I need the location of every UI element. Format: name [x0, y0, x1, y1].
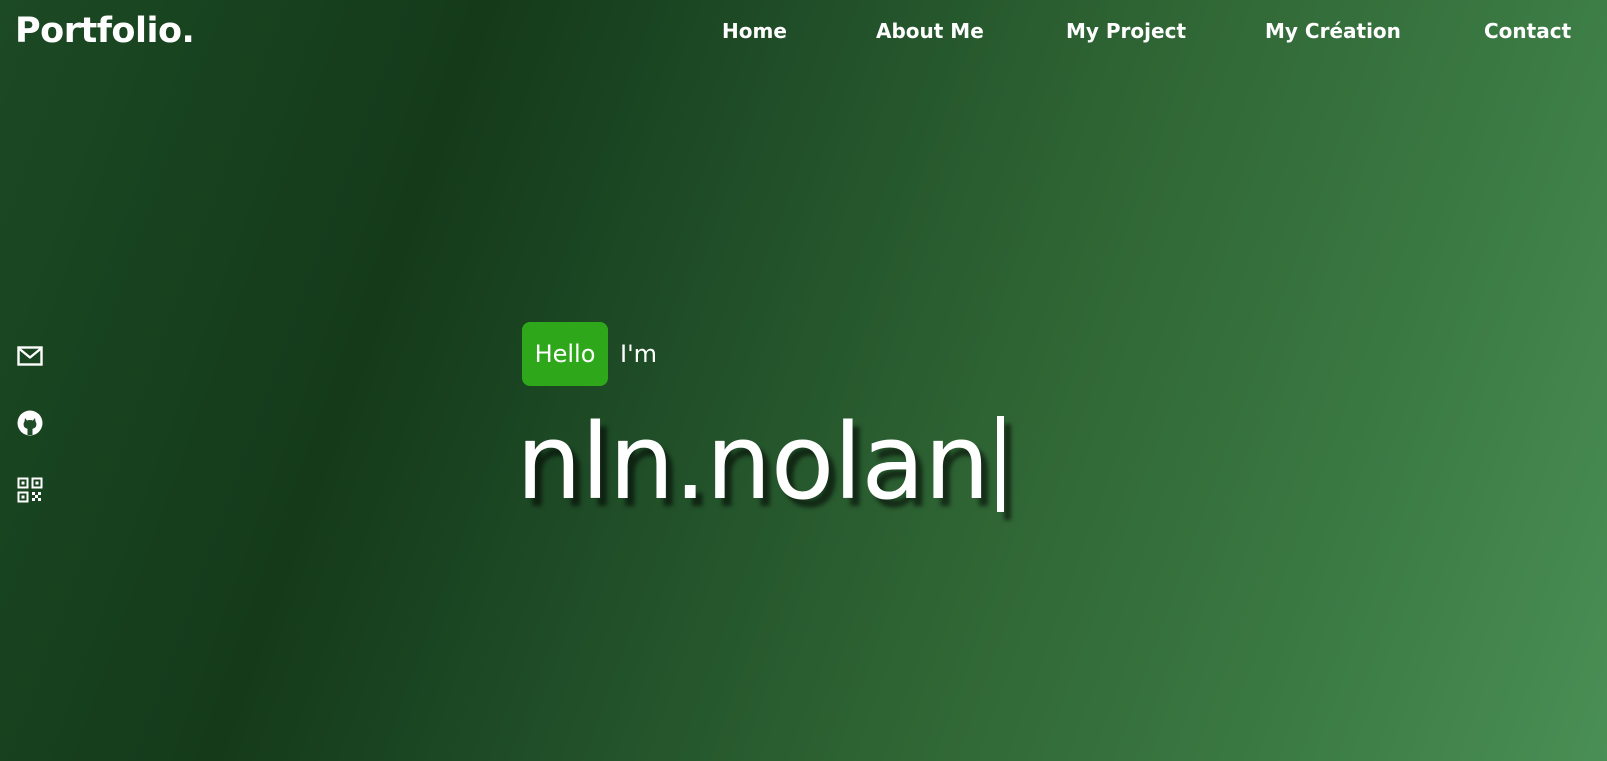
nav-link-contact[interactable]: Contact: [1484, 18, 1571, 44]
hello-badge: Hello: [522, 322, 608, 386]
site-logo[interactable]: Portfolio.: [15, 9, 195, 53]
intro-text: I'm: [620, 340, 658, 368]
site-header: Portfolio. Home About Me My Project My C…: [0, 0, 1607, 64]
typing-cursor: [996, 416, 1004, 512]
github-icon[interactable]: [16, 409, 44, 437]
nav-link-my-project[interactable]: My Project: [1066, 18, 1186, 44]
hero-name: nln.nolan: [516, 400, 1004, 524]
nav-link-about-me[interactable]: About Me: [876, 18, 984, 44]
nav-link-home[interactable]: Home: [722, 18, 787, 44]
qr-code-icon[interactable]: [16, 476, 44, 504]
nav-link-my-creation[interactable]: My Création: [1265, 18, 1401, 44]
mail-icon[interactable]: [16, 342, 44, 370]
typed-name: nln.nolan: [516, 401, 990, 523]
